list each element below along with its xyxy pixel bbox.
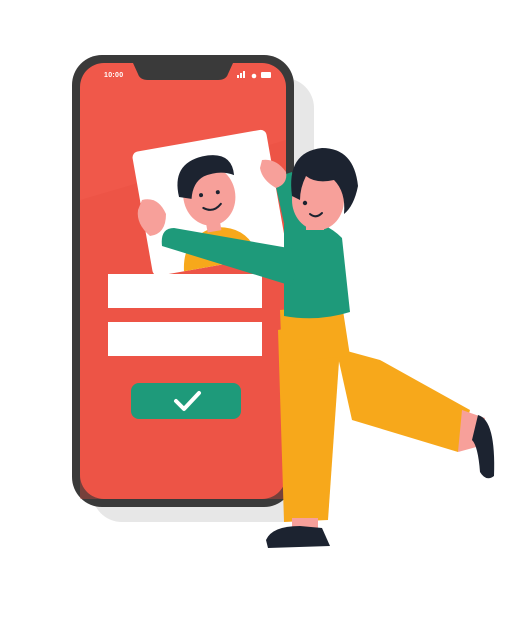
wifi-icon	[251, 73, 257, 79]
battery-icon	[261, 72, 271, 78]
left-shoe	[266, 526, 330, 548]
form-input-1[interactable]	[108, 274, 262, 308]
status-bar-time: 10:00	[104, 72, 124, 79]
phone	[72, 55, 294, 507]
signup-illustration: 10:00	[0, 0, 515, 621]
pants-right-leg	[336, 348, 470, 452]
confirm-button[interactable]	[131, 383, 241, 419]
phone-notch	[133, 63, 233, 80]
illustration-svg	[72, 55, 495, 548]
form-input-2[interactable]	[108, 322, 262, 356]
eye	[302, 200, 308, 206]
